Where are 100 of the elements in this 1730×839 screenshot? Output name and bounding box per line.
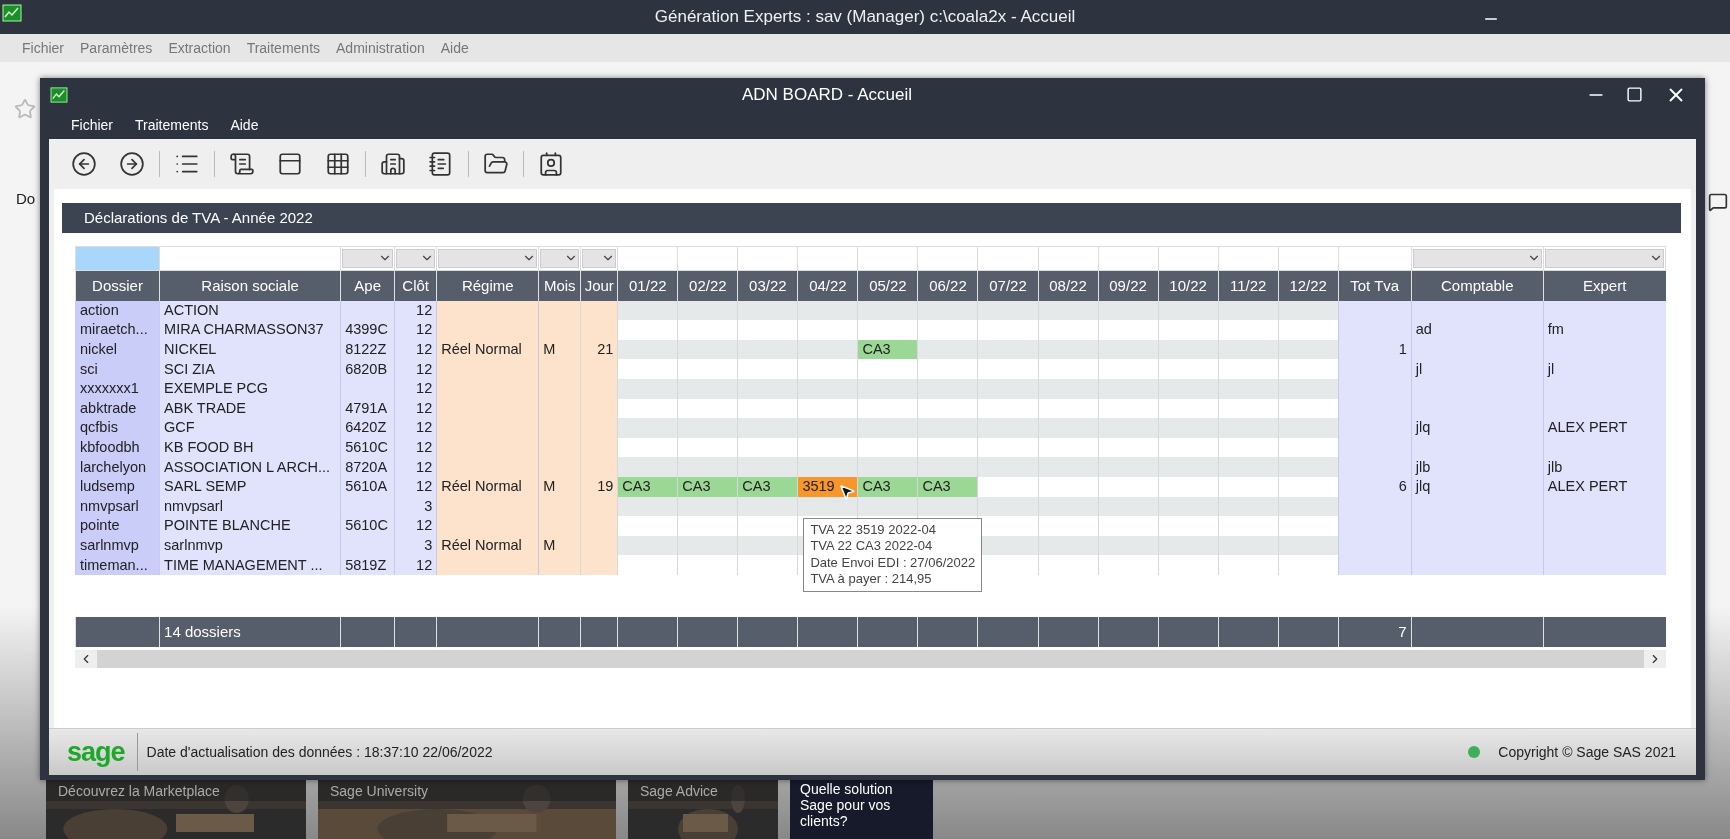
table-cell: ALEX PERT (1543, 418, 1666, 438)
table-cell: jl (1411, 359, 1544, 379)
menu-item[interactable]: Aide (219, 117, 270, 133)
column-header[interactable]: 08/22 (1038, 270, 1099, 301)
table-cell: 4791A (340, 398, 395, 419)
column-header[interactable]: 02/22 (677, 270, 738, 301)
table-cell: action (75, 300, 160, 321)
table-cell: larchelyon (75, 457, 160, 477)
declaration-cell[interactable]: CA3 (858, 476, 918, 497)
form-icon (277, 150, 303, 177)
table-cell: kbfoodbh (75, 437, 160, 458)
table-cell: 12 (394, 398, 437, 419)
declaration-cell[interactable]: CA3 (678, 476, 738, 497)
chat-icon[interactable] (1708, 192, 1728, 212)
table-cell: miraetch... (75, 320, 160, 340)
table-cell: SCI ZIA (159, 359, 341, 379)
menu-item[interactable]: Administration (328, 40, 433, 56)
table-cell: timeman... (75, 555, 160, 575)
copyright: Copyright © Sage SAS 2021 (1498, 743, 1677, 760)
column-header[interactable]: Régime (436, 270, 539, 301)
table-cell: 6 (1338, 476, 1412, 497)
table-cell: 3 (394, 535, 437, 556)
table-cell: EXEMPLE PCG (159, 378, 341, 399)
column-header[interactable]: 06/22 (917, 270, 978, 301)
declaration-cell[interactable]: CA3 (618, 476, 678, 497)
column-header[interactable]: Ape (340, 270, 395, 301)
column-header[interactable]: Jour (580, 270, 618, 301)
table-cell: jlb (1543, 457, 1666, 477)
column-header[interactable]: Expert (1543, 270, 1666, 301)
star-icon[interactable] (14, 98, 36, 120)
column-header[interactable]: Tot Tva (1338, 270, 1412, 301)
table-cell: 6820B (340, 359, 395, 379)
table-cell: 12 (394, 476, 437, 497)
declaration-cell[interactable]: CA3 (858, 339, 918, 360)
column-header[interactable]: 04/22 (797, 270, 858, 301)
table-cell: ASSOCIATION L ARCH... (159, 457, 341, 477)
table-cell: nickel (75, 339, 160, 360)
column-header[interactable]: 11/22 (1218, 270, 1279, 301)
menu-item[interactable]: Fichier (14, 40, 72, 56)
window-title: ADN BOARD - Accueil (740, 84, 913, 105)
table-cell: 6420Z (340, 418, 395, 438)
table-cell: Réel Normal (436, 535, 539, 556)
table-cell: 8720A (340, 457, 395, 477)
table-cell: POINTE BLANCHE (159, 516, 341, 536)
menu-item[interactable]: Traitements (124, 117, 220, 133)
maximize-icon[interactable] (1626, 86, 1643, 104)
table-cell: M (538, 535, 581, 556)
tooltip-line: Date Envoi EDI : 27/06/2022 (810, 554, 976, 572)
logo: sage (49, 732, 138, 771)
table-cell: 3 (394, 496, 437, 517)
table-cell: 5610C (340, 516, 395, 536)
menu-item[interactable]: Fichier (60, 117, 124, 133)
table-cell: sci (75, 359, 160, 379)
table-cell: 12 (394, 555, 437, 575)
table-cell: 12 (394, 378, 437, 399)
tooltip-line: TVA 22 CA3 2022-04 (810, 538, 934, 555)
table-cell: 12 (394, 300, 437, 321)
column-header[interactable]: Mois (538, 270, 581, 301)
table-cell: jlb (1411, 457, 1544, 477)
table-cell: KB FOOD BH (159, 437, 341, 458)
table-cell: jlq (1411, 476, 1544, 497)
column-header[interactable]: 03/22 (737, 270, 798, 301)
table-cell: MIRA CHARMASSON37 (159, 320, 341, 340)
column-header[interactable]: 12/22 (1278, 270, 1339, 301)
table-cell: xxxxxxx1 (75, 378, 160, 399)
column-header[interactable]: Clôt (394, 270, 437, 301)
table-cell: 12 (394, 418, 437, 438)
folder-icon (483, 150, 509, 177)
column-header[interactable]: Raison sociale (159, 270, 341, 301)
table-cell: Réel Normal (436, 339, 539, 360)
column-header[interactable]: 01/22 (617, 270, 678, 301)
menu-item[interactable]: Traitements (238, 40, 328, 56)
column-header[interactable]: 07/22 (978, 270, 1038, 301)
menu-item[interactable]: Aide (432, 40, 477, 56)
table-cell: 12 (394, 339, 437, 360)
table-cell: pointe (75, 516, 160, 536)
menu-item[interactable]: Extraction (160, 40, 239, 56)
menu-item[interactable]: Paramètres (72, 40, 161, 56)
table-cell: M (538, 476, 581, 497)
column-header[interactable]: Dossier (75, 270, 160, 301)
column-header[interactable]: 05/22 (857, 270, 918, 301)
tooltip-line: TVA 22 3519 2022-04 (810, 521, 937, 539)
column-header[interactable]: Comptable (1411, 270, 1544, 301)
cursor-icon (838, 482, 857, 501)
table-cell: GCF (159, 418, 341, 438)
declaration-cell[interactable]: CA3 (918, 476, 978, 497)
table-cell: 19 (580, 476, 618, 497)
table-cell: ACTION (159, 300, 341, 321)
column-header[interactable]: 10/22 (1158, 270, 1219, 301)
contact-icon (538, 150, 564, 177)
table-cell: 12 (394, 516, 437, 536)
footer-cell: 7 (1338, 616, 1412, 647)
table-cell: sarlnmvp (159, 535, 341, 556)
declaration-cell[interactable]: CA3 (738, 476, 798, 497)
table-cell: nmvpsarl (159, 496, 341, 517)
column-header[interactable]: 09/22 (1098, 270, 1159, 301)
table-cell: Réel Normal (436, 476, 539, 497)
table-cell: 5610A (340, 476, 395, 497)
horizontal-scrollbar[interactable] (75, 649, 1666, 668)
table-cell: 12 (394, 437, 437, 458)
